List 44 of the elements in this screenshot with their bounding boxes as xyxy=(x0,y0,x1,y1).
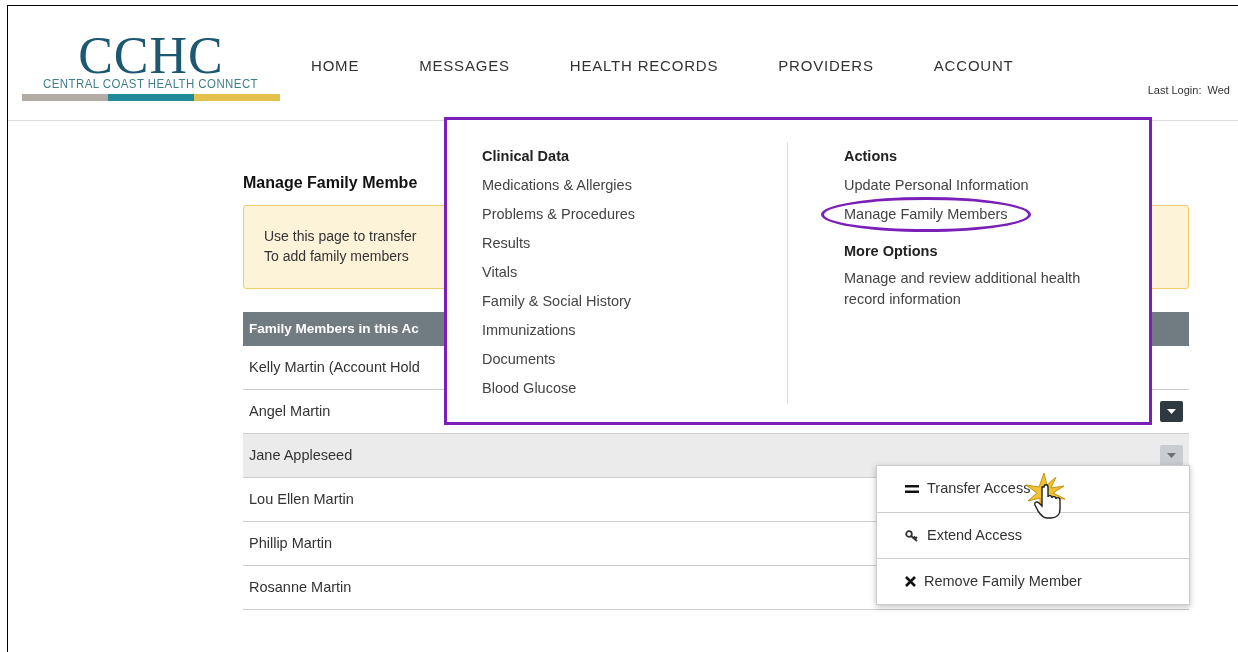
menu-link[interactable]: Problems & Procedures xyxy=(482,200,636,229)
last-login-text: Last Login: Wed xyxy=(1147,83,1230,98)
menu-link[interactable]: Immunizations xyxy=(482,316,576,345)
menu-link[interactable]: Documents xyxy=(482,345,556,374)
menu-link[interactable]: Family & Social History xyxy=(482,287,632,316)
member-name: Phillip Martin xyxy=(249,533,332,553)
column-heading: Family Members in this Ac xyxy=(249,319,419,338)
nav-link[interactable]: HOME xyxy=(311,55,360,78)
caret-icon xyxy=(1167,453,1176,458)
menu-item-label: Transfer Access xyxy=(927,479,1031,499)
menu-description: Manage and review additional health record information xyxy=(844,269,1082,309)
menu-item-label: Remove Family Member xyxy=(924,571,1082,591)
menu-link[interactable]: Blood Glucose xyxy=(482,374,577,403)
dropdown-toggle[interactable] xyxy=(1160,401,1183,422)
menu-link[interactable]: Medications & Allergies xyxy=(482,171,632,200)
equals-icon xyxy=(905,485,919,493)
menu-heading: Clinical Data xyxy=(482,147,571,166)
page-title: Manage Family Membe xyxy=(243,173,418,193)
menu-link[interactable]: Update Personal Information xyxy=(844,171,1029,200)
member-name: Jane Appleseed xyxy=(249,445,353,465)
nav-link[interactable]: HEALTH RECORDS xyxy=(569,55,719,78)
menu-item-label: Extend Access xyxy=(927,525,1023,545)
menu-link[interactable]: Manage Family Members xyxy=(821,197,1031,232)
menu-item[interactable]: Remove Family Member xyxy=(877,558,1189,604)
notice-text: Use this page to transfer xyxy=(264,227,417,246)
member-name: Angel Martin xyxy=(249,401,331,421)
menu-heading: Actions xyxy=(844,147,899,166)
menu-heading: More Options xyxy=(844,242,939,261)
menu-link[interactable]: Vitals xyxy=(482,258,518,287)
member-name: Kelly Martin (Account Hold xyxy=(249,357,420,377)
dropdown-toggle[interactable] xyxy=(1160,445,1183,466)
close-icon xyxy=(905,576,916,587)
member-row[interactable]: Jane Appleseed xyxy=(243,434,1189,478)
logo-tagline: CENTRAL COAST HEALTH CONNECT xyxy=(43,76,259,92)
logo-mark: CCHC xyxy=(78,36,224,76)
member-name: Lou Ellen Martin xyxy=(249,489,354,509)
nav-link[interactable]: ACCOUNT xyxy=(933,55,1014,78)
caret-icon xyxy=(1167,409,1176,414)
menu-link[interactable]: Results xyxy=(482,229,531,258)
nav-link[interactable]: MESSAGES xyxy=(419,55,510,78)
nav-link[interactable]: PROVIDERS xyxy=(778,55,874,78)
notice-text: To add family members xyxy=(264,247,409,266)
key-icon xyxy=(905,529,919,542)
member-name: Rosanne Martin xyxy=(249,577,352,597)
